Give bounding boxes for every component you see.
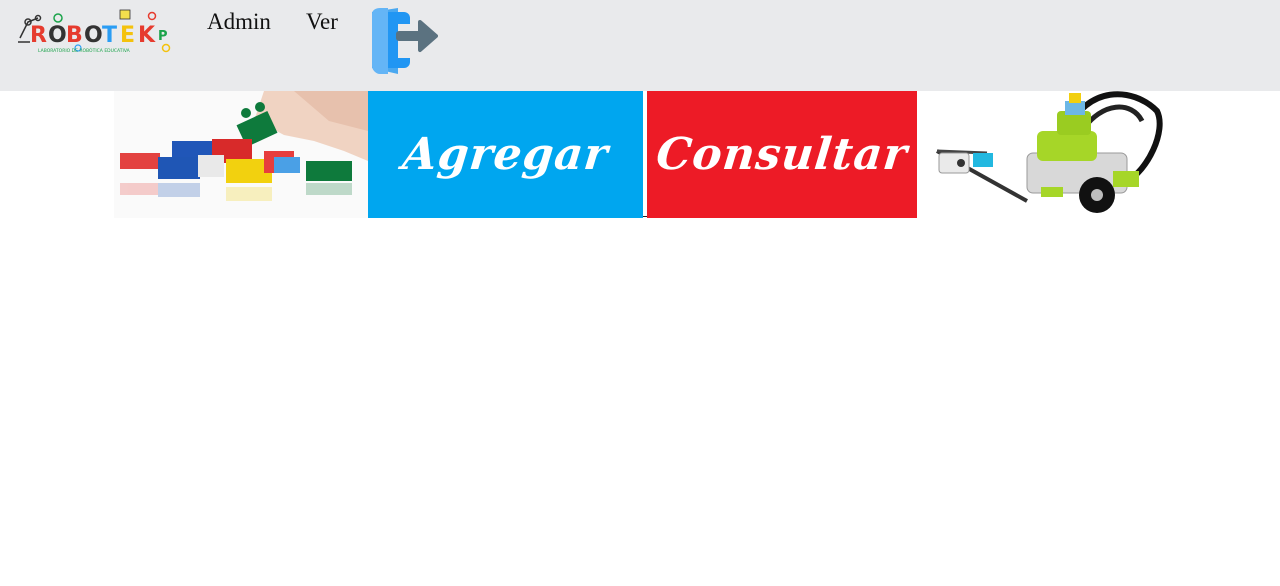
- consultar-label: Consultar: [653, 129, 911, 180]
- svg-text:E: E: [120, 23, 135, 48]
- svg-text:O: O: [48, 23, 67, 48]
- svg-text:O: O: [84, 23, 103, 48]
- top-navbar: R O B O T E K P LABORATORIO DE ROBÓTICA …: [0, 0, 1280, 91]
- svg-text:P: P: [158, 29, 168, 44]
- agregar-label: Agregar: [400, 129, 611, 180]
- svg-text:T: T: [102, 23, 117, 48]
- robot-kit-image: [917, 91, 1171, 218]
- svg-text:R: R: [30, 23, 47, 48]
- lego-blocks-image: [114, 91, 368, 218]
- logo-subtitle: LABORATORIO DE ROBÓTICA EDUCATIVA: [38, 47, 131, 54]
- consultar-button[interactable]: Consultar: [647, 91, 917, 218]
- agregar-button[interactable]: Agregar: [368, 91, 643, 218]
- nav-link-ver[interactable]: Ver: [306, 9, 338, 35]
- nav-link-admin[interactable]: Admin: [207, 9, 271, 35]
- robotekp-logo[interactable]: R O B O T E K P LABORATORIO DE ROBÓTICA …: [16, 8, 176, 56]
- svg-text:B: B: [66, 23, 83, 48]
- door-exit-icon[interactable]: [368, 8, 438, 74]
- svg-text:K: K: [138, 23, 156, 48]
